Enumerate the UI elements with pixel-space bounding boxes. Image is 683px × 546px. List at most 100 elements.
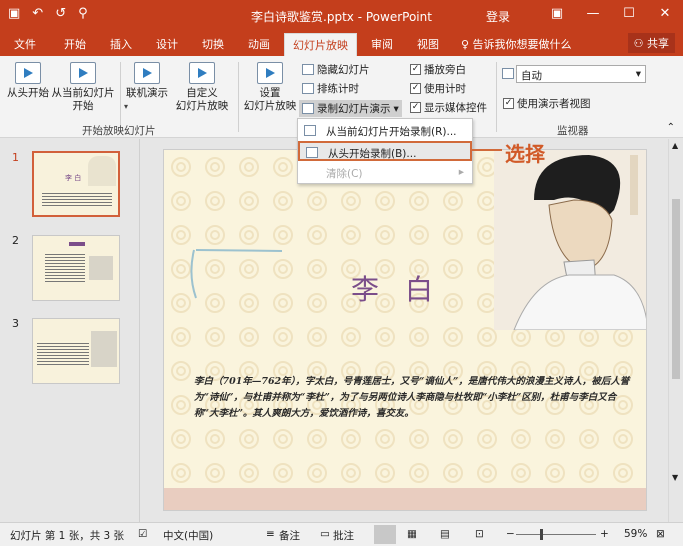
record-from-beginning-item[interactable]: 从头开始录制(B)... bbox=[298, 141, 472, 161]
hide-slide-label: 隐藏幻灯片 bbox=[317, 64, 370, 76]
custom-label: 自定义 bbox=[186, 87, 218, 99]
present-online-button[interactable]: 联机演示 ▾ bbox=[124, 62, 170, 111]
thumb-heading bbox=[69, 242, 85, 246]
setup-label: 设置 bbox=[259, 87, 281, 99]
slide-thumbnail-2[interactable] bbox=[32, 235, 120, 301]
menu-item-label: 从当前幻灯片开始录制(R)... bbox=[326, 126, 457, 138]
monitor-value: 自动 bbox=[521, 70, 542, 82]
zoom-in-icon[interactable]: + bbox=[600, 528, 609, 540]
notes-button[interactable]: 备注 bbox=[279, 528, 300, 543]
clear-menu-item[interactable]: 清除(C) ▸ bbox=[298, 163, 472, 183]
record-icon bbox=[304, 125, 316, 136]
use-timings-checkbox[interactable]: ✓ 使用计时 bbox=[410, 81, 466, 96]
record-icon bbox=[306, 147, 318, 158]
record-from-current-item[interactable]: 从当前幻灯片开始录制(R)... bbox=[298, 121, 472, 141]
zoom-level[interactable]: 59% bbox=[624, 528, 647, 540]
tab-design[interactable]: 设计 bbox=[156, 36, 178, 52]
thumb-text-lines bbox=[42, 191, 112, 207]
chevron-down-icon: ▾ bbox=[393, 102, 399, 115]
slide-number: 2 bbox=[12, 234, 19, 247]
slide-sorter-icon[interactable]: ▦ bbox=[407, 528, 417, 540]
collapse-ribbon-icon[interactable]: ⌃ bbox=[667, 122, 675, 133]
scroll-thumb[interactable] bbox=[672, 199, 680, 379]
tell-me-box[interactable]: ♀ 告诉我你想要做什么 bbox=[461, 36, 572, 52]
thumb-portrait bbox=[88, 156, 116, 186]
status-bar: 幻灯片 第 1 张，共 3 张 ☑ 中文(中国) ≡ 备注 ▭ 批注 ▦ ▤ ⊡… bbox=[0, 522, 683, 546]
play-icon bbox=[15, 62, 41, 84]
callout-text: 选择 bbox=[505, 142, 545, 166]
slide-thumbnails-pane: 1 李 白 2 3 bbox=[0, 139, 140, 522]
rehearse-label: 排练计时 bbox=[317, 83, 359, 95]
record-icon bbox=[302, 103, 314, 114]
comments-button[interactable]: 批注 bbox=[333, 528, 354, 543]
thumb-image bbox=[89, 256, 113, 280]
thumb-image bbox=[91, 331, 117, 367]
fit-to-window-icon[interactable]: ⊠ bbox=[656, 528, 665, 540]
tab-animations[interactable]: 动画 bbox=[248, 36, 270, 52]
chevron-right-icon: ▸ bbox=[458, 166, 464, 178]
normal-view-icon[interactable] bbox=[374, 525, 396, 544]
globe-icon bbox=[134, 62, 160, 84]
checkbox-checked-icon: ✓ bbox=[410, 64, 421, 75]
custom-slideshow-button[interactable]: 自定义 幻灯片放映 bbox=[172, 62, 232, 113]
ribbon-options-icon[interactable]: ▣ bbox=[539, 0, 575, 30]
monitor-icon bbox=[502, 68, 514, 79]
slideshow-view-icon[interactable]: ⊡ bbox=[475, 528, 484, 540]
from-current-label: 从当前幻灯片 bbox=[51, 87, 115, 99]
monitor-select[interactable]: 自动 ▾ bbox=[516, 65, 646, 83]
reading-view-icon[interactable]: ▤ bbox=[440, 528, 450, 540]
spell-check-icon[interactable]: ☑ bbox=[138, 528, 147, 540]
record-slideshow-button[interactable]: 录制幻灯片演示 ▾ bbox=[299, 100, 402, 117]
comments-icon: ▭ bbox=[320, 528, 330, 540]
slide-body-text[interactable]: 李白（701年—762年），字太白，号青莲居士，又号“谪仙人”，是唐代伟大的浪漫… bbox=[194, 374, 630, 422]
thumb-text-lines bbox=[45, 252, 85, 282]
login-link[interactable]: 登录 bbox=[486, 8, 510, 25]
tab-review[interactable]: 审阅 bbox=[371, 36, 393, 52]
setup-label-2: 幻灯片放映 bbox=[243, 100, 297, 112]
scroll-up-icon[interactable]: ▲ bbox=[672, 141, 678, 150]
show-media-checkbox[interactable]: ✓ 显示媒体控件 bbox=[410, 100, 487, 115]
current-slide[interactable]: 李白 李白（701年—762年），字太白，号青莲居士，又号“谪仙人”，是唐代伟大… bbox=[163, 149, 647, 511]
separator bbox=[238, 62, 239, 132]
vertical-scrollbar[interactable]: ▲ ▼ bbox=[668, 139, 683, 522]
from-current-button[interactable]: 从当前幻灯片 开始 bbox=[50, 62, 116, 113]
from-beginning-label: 从头开始 bbox=[7, 87, 49, 99]
scroll-down-icon[interactable]: ▼ bbox=[672, 473, 678, 482]
hide-slide-button[interactable]: 隐藏幻灯片 bbox=[302, 62, 370, 77]
notes-icon: ≡ bbox=[266, 528, 275, 540]
minimize-icon[interactable]: — bbox=[575, 0, 611, 30]
from-beginning-button[interactable]: 从头开始 bbox=[6, 62, 50, 100]
tab-view[interactable]: 视图 bbox=[417, 36, 439, 52]
tab-transitions[interactable]: 切换 bbox=[202, 36, 224, 52]
setup-slideshow-button[interactable]: 设置 幻灯片放映 bbox=[242, 62, 298, 113]
tab-slideshow[interactable]: 幻灯片放映 bbox=[284, 33, 357, 56]
slide-thumbnail-3[interactable] bbox=[32, 318, 120, 384]
separator bbox=[120, 62, 121, 132]
close-icon[interactable]: ✕ bbox=[647, 0, 683, 30]
maximize-icon[interactable]: ☐ bbox=[611, 0, 647, 30]
window-controls: ▣ — ☐ ✕ bbox=[539, 0, 683, 30]
zoom-slider[interactable] bbox=[516, 534, 596, 535]
custom-show-icon bbox=[189, 62, 215, 84]
checkbox-checked-icon: ✓ bbox=[503, 98, 514, 109]
tab-file[interactable]: 文件 bbox=[14, 36, 36, 52]
presenter-view-checkbox[interactable]: ✓ 使用演示者视图 bbox=[503, 96, 591, 111]
language[interactable]: 中文(中国) bbox=[163, 528, 213, 543]
from-current-label-2: 开始 bbox=[72, 100, 94, 112]
share-button[interactable]: ⚇ 共享 bbox=[627, 33, 675, 53]
rehearse-timings-button[interactable]: 排练计时 bbox=[302, 81, 359, 96]
play-narration-checkbox[interactable]: ✓ 播放旁白 bbox=[410, 62, 466, 77]
slide-thumbnail-1[interactable]: 李 白 bbox=[32, 151, 120, 217]
use-timings-label: 使用计时 bbox=[424, 83, 466, 95]
slide-count: 幻灯片 第 1 张，共 3 张 bbox=[10, 530, 125, 542]
play-current-icon bbox=[70, 62, 96, 84]
share-icon: ⚇ bbox=[633, 37, 647, 50]
tab-insert[interactable]: 插入 bbox=[110, 36, 132, 52]
callout-line bbox=[472, 149, 502, 151]
zoom-slider-thumb[interactable] bbox=[540, 529, 543, 540]
slide-title[interactable]: 李白 bbox=[351, 268, 459, 308]
zoom-out-icon[interactable]: − bbox=[506, 528, 515, 540]
slide-number: 3 bbox=[12, 317, 19, 330]
show-media-label: 显示媒体控件 bbox=[424, 102, 487, 114]
tab-home[interactable]: 开始 bbox=[64, 36, 86, 52]
